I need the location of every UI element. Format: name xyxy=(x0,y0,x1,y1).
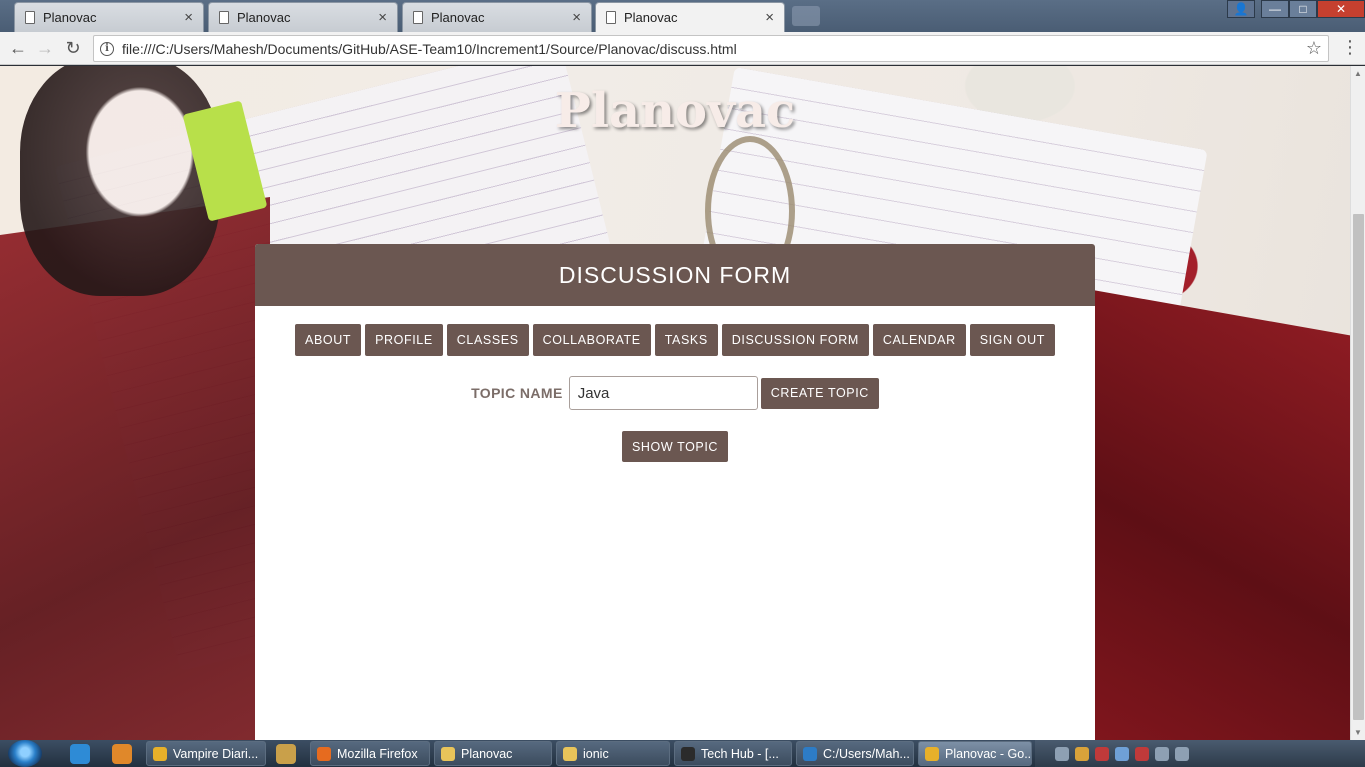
show-topic-button[interactable]: SHOW TOPIC xyxy=(621,431,729,462)
nav-sign-out-button[interactable]: SIGN OUT xyxy=(969,324,1055,356)
taskbar-item[interactable]: Tech Hub - [... xyxy=(674,741,792,766)
page-icon xyxy=(25,11,35,24)
network-icon[interactable] xyxy=(1155,746,1169,761)
nav-discussion-form-button[interactable]: DISCUSSION FORM xyxy=(721,324,869,356)
browser-menu-icon[interactable]: ⋮ xyxy=(1341,38,1359,56)
address-bar[interactable]: i file:///C:/Users/Mahesh/Documents/GitH… xyxy=(93,35,1329,62)
close-icon[interactable]: × xyxy=(572,9,581,26)
browser-tab[interactable]: Planovac × xyxy=(14,2,204,32)
tray-icon[interactable] xyxy=(1135,746,1149,761)
background-leather xyxy=(1090,289,1350,740)
page-icon xyxy=(606,11,616,24)
nav-calendar-button[interactable]: CALENDAR xyxy=(872,324,966,356)
new-tab-button[interactable] xyxy=(792,6,820,26)
volume-icon[interactable] xyxy=(1175,746,1189,761)
nav-profile-button[interactable]: PROFILE xyxy=(365,324,443,356)
close-icon[interactable]: × xyxy=(184,9,193,26)
nav-about-button[interactable]: ABOUT xyxy=(295,324,362,356)
taskbar-item-label: ionic xyxy=(583,746,609,761)
taskbar-item-label: Tech Hub - [... xyxy=(701,746,779,761)
site-title: Planovac xyxy=(554,83,796,139)
url-text[interactable]: file:///C:/Users/Mahesh/Documents/GitHub… xyxy=(122,41,1306,57)
topic-form-row: TOPIC NAME CREATE TOPIC xyxy=(255,376,1095,410)
forward-button[interactable]: → xyxy=(33,36,57,60)
browser-tab-active[interactable]: Planovac × xyxy=(595,2,785,32)
tray-icon[interactable] xyxy=(1055,746,1069,761)
user-icon[interactable]: 👤 xyxy=(1227,0,1255,18)
browser-toolbar: ← → ↻ i file:///C:/Users/Mahesh/Document… xyxy=(0,32,1365,65)
taskbar-item-label: Mozilla Firefox xyxy=(337,746,418,761)
page-icon xyxy=(219,11,229,24)
info-icon[interactable]: i xyxy=(100,41,114,56)
close-icon[interactable]: × xyxy=(378,9,387,26)
explorer-quicklaunch-icon[interactable] xyxy=(70,744,90,764)
form-title: DISCUSSION FORM xyxy=(255,244,1095,306)
app-quicklaunch-icon[interactable] xyxy=(276,744,296,764)
tray-icon[interactable] xyxy=(1115,746,1129,761)
taskbar-item-label: Vampire Diari... xyxy=(173,746,259,761)
nav-collaborate-button[interactable]: COLLABORATE xyxy=(532,324,651,356)
chrome-icon xyxy=(925,746,939,761)
taskbar-item[interactable]: Mozilla Firefox xyxy=(310,741,430,766)
tray-icon[interactable] xyxy=(1095,746,1109,761)
nav-classes-button[interactable]: CLASSES xyxy=(446,324,529,356)
system-tray xyxy=(1035,740,1365,767)
terminal-icon xyxy=(803,746,817,761)
taskbar-item[interactable]: Planovac xyxy=(434,741,552,766)
scroll-up-icon[interactable]: ▲ xyxy=(1351,66,1365,81)
main-nav: ABOUT PROFILE CLASSES COLLABORATE TASKS … xyxy=(255,324,1095,356)
taskbar-item[interactable]: C:/Users/Mah... xyxy=(796,741,914,766)
maximize-button[interactable]: □ xyxy=(1289,0,1317,18)
taskbar-item-label: Planovac - Go... xyxy=(945,746,1032,761)
scrollbar-thumb[interactable] xyxy=(1353,214,1364,720)
create-topic-button[interactable]: CREATE TOPIC xyxy=(760,377,879,409)
taskbar-item-label: C:/Users/Mah... xyxy=(823,746,910,761)
close-icon[interactable]: × xyxy=(765,9,774,26)
tab-title: Planovac xyxy=(431,10,485,25)
back-button[interactable]: ← xyxy=(6,36,30,60)
taskbar-item[interactable]: ionic xyxy=(556,741,670,766)
page-scrollbar[interactable]: ▲ ▼ xyxy=(1350,66,1365,740)
show-topic-row: SHOW TOPIC xyxy=(255,431,1095,462)
browser-tab[interactable]: Planovac × xyxy=(208,2,398,32)
topic-name-label: TOPIC NAME xyxy=(471,385,563,401)
page-icon xyxy=(413,11,423,24)
media-player-quicklaunch-icon[interactable] xyxy=(112,744,132,764)
taskbar-item-active[interactable]: Planovac - Go... xyxy=(918,741,1032,766)
tab-title: Planovac xyxy=(43,10,97,25)
browser-tabstrip: Planovac × Planovac × Planovac × Planova… xyxy=(0,0,1365,32)
window-close-button[interactable]: ✕ xyxy=(1317,0,1365,18)
start-button-icon[interactable] xyxy=(8,740,42,767)
reload-button[interactable]: ↻ xyxy=(61,36,85,60)
topic-name-input[interactable] xyxy=(568,376,758,410)
folder-icon xyxy=(441,746,455,761)
chrome-icon xyxy=(153,746,167,761)
webstorm-icon xyxy=(681,746,695,761)
window-controls: 👤 — □ ✕ xyxy=(1227,0,1365,18)
windows-taskbar: Vampire Diari... Mozilla Firefox Planova… xyxy=(0,740,1365,767)
tab-title: Planovac xyxy=(237,10,291,25)
tab-title: Planovac xyxy=(624,10,678,25)
nav-tasks-button[interactable]: TASKS xyxy=(654,324,718,356)
scroll-down-icon[interactable]: ▼ xyxy=(1351,725,1365,740)
firefox-icon xyxy=(317,746,331,761)
tray-icon[interactable] xyxy=(1075,746,1089,761)
discussion-card: DISCUSSION FORM ABOUT PROFILE CLASSES CO… xyxy=(255,244,1095,740)
page-viewport: Planovac DISCUSSION FORM ABOUT PROFILE C… xyxy=(0,66,1350,740)
browser-tab[interactable]: Planovac × xyxy=(402,2,592,32)
minimize-button[interactable]: — xyxy=(1261,0,1289,18)
taskbar-item[interactable]: Vampire Diari... xyxy=(146,741,266,766)
taskbar-item-label: Planovac xyxy=(461,746,513,761)
folder-icon xyxy=(563,746,577,761)
bookmark-star-icon[interactable]: ☆ xyxy=(1306,38,1322,59)
